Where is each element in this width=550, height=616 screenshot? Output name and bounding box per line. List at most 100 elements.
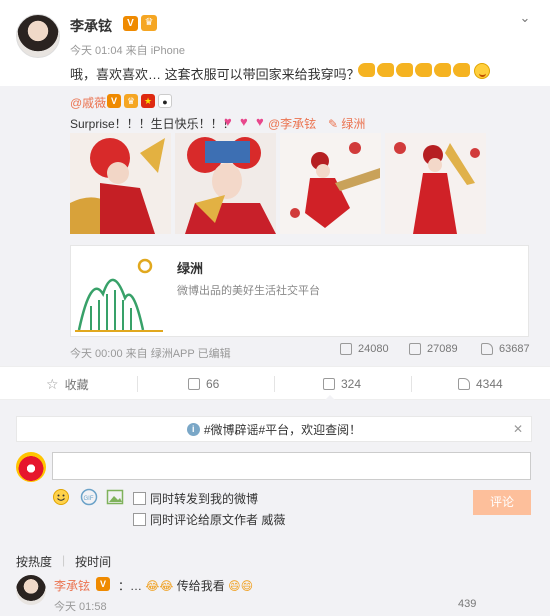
oasis-logo-icon [75,258,163,332]
checkbox[interactable] [133,492,146,505]
author-name[interactable]: 李承铉 [70,16,112,36]
thumb-emoji-icon [415,63,432,77]
repost-author[interactable]: @戚薇 [70,94,106,111]
rumor-notice-banner[interactable]: i #微博辟谣#平台，欢迎查阅！ ✕ [16,416,532,442]
image-icon [106,489,124,505]
divider [274,376,275,392]
comment-count-label: 27089 [427,343,458,355]
panda-icon: ● [158,94,172,108]
smiley-icon [53,489,69,505]
author-avatar[interactable] [16,14,60,58]
repost-like-count[interactable]: 63687 [481,343,530,355]
favorite-label: 收藏 [64,377,89,392]
notice-text: #微博辟谣#平台，欢迎查阅！ [203,422,362,437]
comment-section: i #微博辟谣#平台，欢迎查阅！ ✕ GIF 同时转发到我的微博 同时评论给原文… [0,400,550,616]
verified-icon: V [96,577,110,591]
emoji-row [358,63,490,79]
thumbs-up-icon [458,378,470,390]
photo-1[interactable] [70,133,171,234]
repost-forward-count[interactable]: 24080 [340,343,389,355]
repost-option-label: 同时转发到我的微博 [150,492,259,506]
repost-text: Surprise！！！生日快乐！！！ [70,117,235,131]
like-count-label: 63687 [499,343,530,355]
vip-crown-icon: ♛ [141,15,157,31]
thumb-emoji-icon [453,63,470,77]
forward-icon [340,343,352,355]
post-meta: 今天 01:04 来自 iPhone [70,45,185,57]
repost-to-my-weibo-option[interactable]: 同时转发到我的微博 [133,490,258,507]
checkbox[interactable] [133,513,146,526]
location-link[interactable]: ✎ 绿洲 [328,115,365,132]
thumb-emoji-icon [377,63,394,77]
china-flag-icon: ★ [141,94,155,108]
weibo-post: 李承铉 V ♛ 今天 01:04 来自 iPhone ⌄ 哦，喜欢喜欢… 这套衣… [0,0,550,366]
mention-link[interactable]: @李承铉 [268,115,316,132]
heart-icon: ♥ [240,114,248,129]
heart-icon: ♥ [224,114,232,129]
costume-photo-icon [175,133,276,234]
card-title: 绿洲 [177,261,204,276]
verified-icon: V [123,16,138,31]
laugh-cry-emoji-icon: 😂😂 [145,579,174,593]
image-button[interactable] [106,488,124,506]
gif-icon: GIF [80,488,98,506]
star-icon: ☆ [46,375,59,392]
photo-2[interactable] [175,133,276,234]
sort-by-hot-tab[interactable]: 按热度 [16,553,52,570]
comment-icon [409,343,421,355]
app-link-card[interactable]: 绿洲 微博出品的美好生活社交平台 [70,245,529,337]
costume-photo-icon [70,133,171,234]
thumb-emoji-icon [396,63,413,77]
comment-icon [323,378,335,390]
sort-by-time-tab[interactable]: 按时间 [75,553,111,570]
commenter-name[interactable]: 李承铉 [54,577,90,594]
vip-crown-icon: ♛ [124,94,138,108]
comment-text-body: 传给我看 [176,579,225,593]
svg-text:GIF: GIF [84,496,94,502]
emoji-button[interactable] [52,488,70,506]
comment-text-prefix: ：… [118,579,143,593]
current-user-avatar [16,452,46,482]
grin-emoji-icon: 😄😄 [228,579,254,593]
repost-button[interactable]: 66 [188,367,219,401]
info-icon: i [186,422,200,436]
smile-emoji-icon [474,63,490,79]
chevron-down-icon[interactable]: ⌄ [517,10,533,26]
post-text: 哦，喜欢喜欢… 这套衣服可以带回家来给我穿吗？ [70,67,360,82]
close-icon[interactable]: ✕ [513,422,523,436]
costume-photo-icon [385,133,486,234]
comment-option-label: 同时评论给原文作者 威薇 [150,513,286,527]
like-button[interactable]: 4344 [458,367,503,401]
photo-3[interactable] [280,133,381,234]
costume-photo-icon [280,133,381,234]
forward-count-label: 24080 [358,343,389,355]
thumb-emoji-icon [434,63,451,77]
commenter-avatar[interactable] [16,575,46,605]
divider: | [62,553,66,567]
submit-comment-button[interactable]: 评论 [473,490,531,515]
photo-4[interactable] [385,133,486,234]
reposted-content: @戚薇 V ♛ ★ ● Surprise！！！生日快乐！！！ ♥ ♥ ♥ @李承… [0,86,550,366]
comment-sort-tabs: 按热度 | 按时间 [16,553,111,570]
thumb-emoji-icon [358,63,375,77]
gif-button[interactable]: GIF [80,488,98,506]
like-count: 4344 [476,377,503,391]
verified-icon: V [107,94,121,108]
forward-icon [188,378,200,390]
divider [411,376,412,392]
comment-to-author-option[interactable]: 同时评论给原文作者 威薇 [133,511,285,528]
comment-count: 324 [341,377,362,391]
comment-text: ：… 😂😂 传给我看 😄😄 [118,577,253,594]
hearts-emoji: ♥ ♥ ♥ [224,115,270,128]
thumbs-up-icon [481,343,493,355]
comment-input[interactable] [52,452,531,480]
repost-count: 66 [206,377,220,391]
divider [137,376,138,392]
repost-meta: 今天 00:00 来自 绿洲APP 已编辑 [70,348,231,360]
comment-like-count[interactable]: 439 [458,598,476,610]
comment-time: 今天 01:58 [54,601,107,613]
repost-comment-count[interactable]: 27089 [409,343,458,355]
favorite-button[interactable]: ☆ 收藏 [46,367,89,401]
card-subtitle: 微博出品的美好生活社交平台 [177,285,320,297]
action-bar: ☆ 收藏 66 324 4344 [0,366,550,401]
